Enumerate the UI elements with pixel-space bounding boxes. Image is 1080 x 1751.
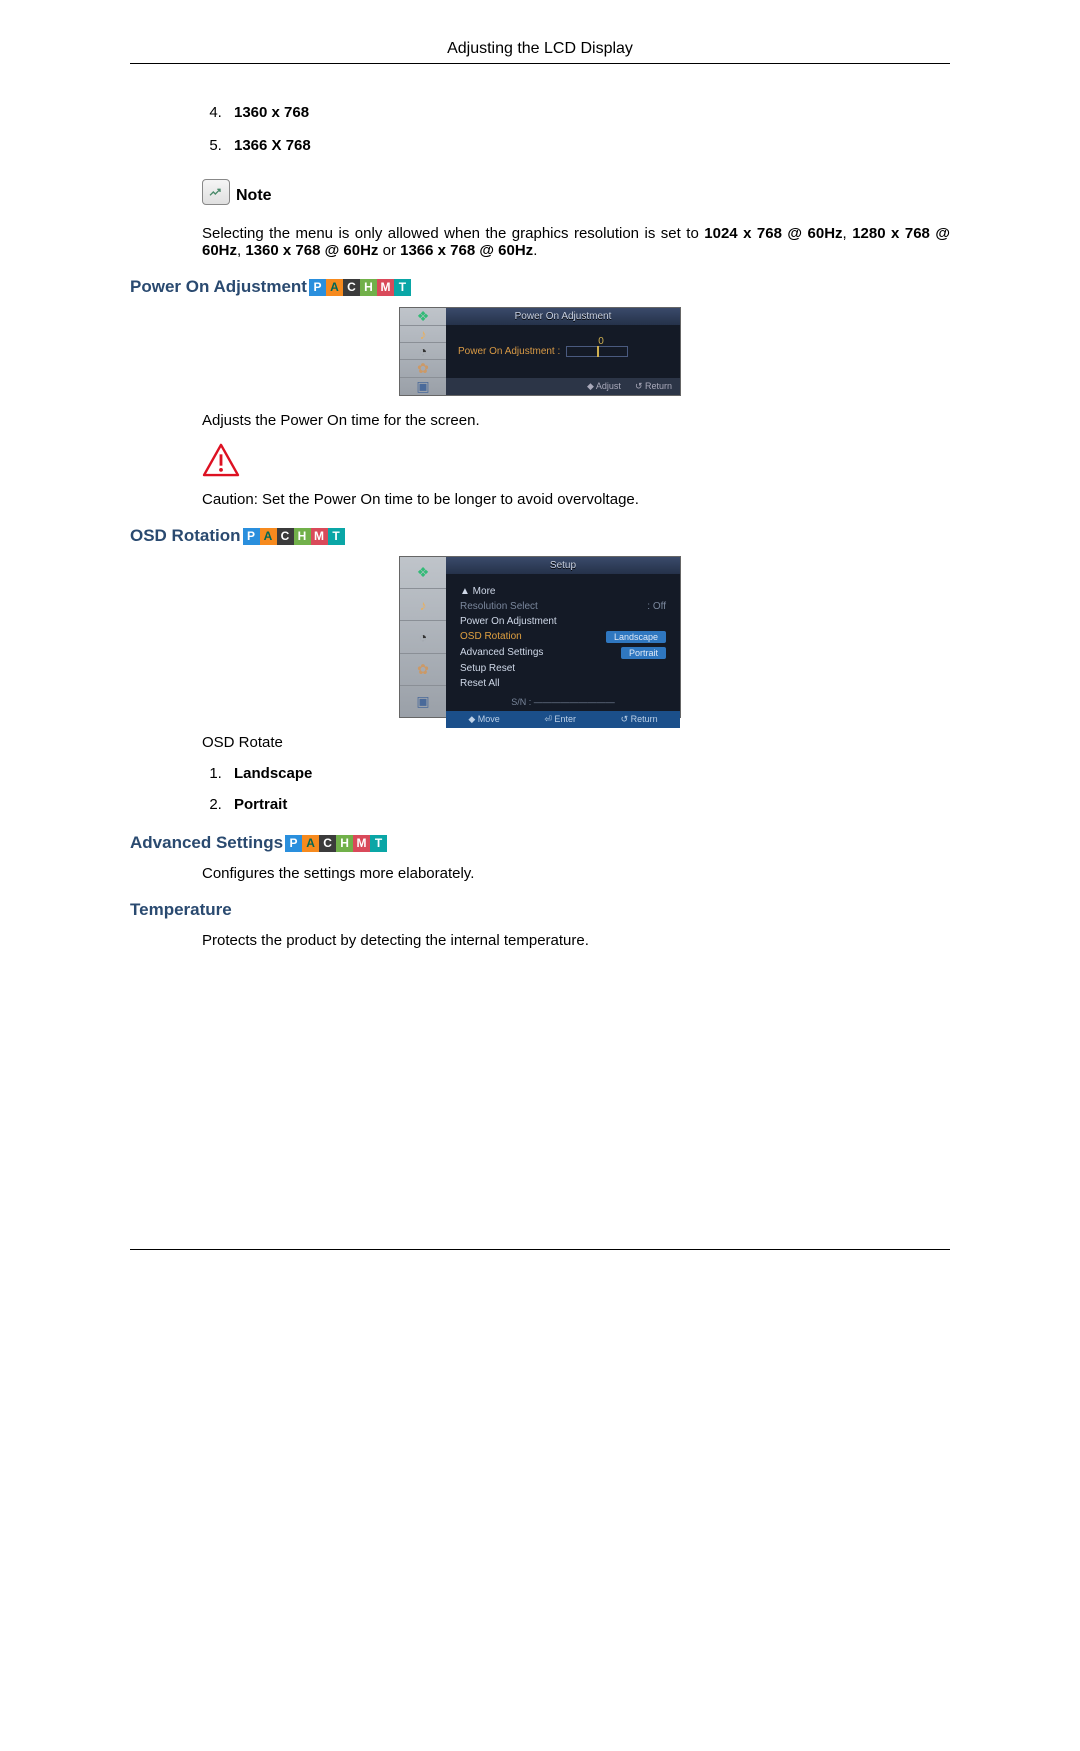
section-temperature: Temperature xyxy=(130,900,950,920)
option-landscape: Landscape xyxy=(226,765,950,782)
option-portrait: Portrait xyxy=(226,796,950,813)
osd-tab-sound-icon: ♪ xyxy=(400,589,446,621)
osd-sidebar: ❖ ♪ ◔ ✿ ▣ xyxy=(400,557,446,717)
power-on-desc: Adjusts the Power On time for the screen… xyxy=(202,412,950,429)
mode-badges: P A C H M T xyxy=(243,528,345,545)
osd-tab-clock-icon: ◔ xyxy=(400,621,446,653)
osd-slider xyxy=(566,346,628,357)
mode-a-icon: A xyxy=(326,279,343,296)
mode-t-icon: T xyxy=(328,528,345,545)
page-title: Adjusting the LCD Display xyxy=(447,40,633,57)
caution-text: Caution: Set the Power On time to be lon… xyxy=(202,491,950,508)
osd-field-label: Power On Adjustment : xyxy=(458,346,560,357)
section-heading-text: OSD Rotation xyxy=(130,526,241,546)
osd-footer-enter: ⏎ Enter xyxy=(544,714,576,725)
mode-a-icon: A xyxy=(260,528,277,545)
mode-h-icon: H xyxy=(360,279,377,296)
osd-serial-number: S/N : ————————— xyxy=(446,695,680,711)
section-heading-text: Power On Adjustment xyxy=(130,277,307,297)
osd-title: Power On Adjustment xyxy=(446,308,680,325)
osd-menu-resolution-select: Resolution Select: Off xyxy=(460,599,666,614)
osd-tab-multi-icon: ▣ xyxy=(400,686,446,717)
section-heading-text: Temperature xyxy=(130,900,232,920)
section-power-on-adjustment: Power On Adjustment P A C H M T xyxy=(130,277,950,297)
osd-menu: ▲ More Resolution Select: Off Power On A… xyxy=(446,574,680,695)
note-label: Note xyxy=(236,187,272,205)
osd-footer-move: ◆ Move xyxy=(468,714,499,725)
note-icon xyxy=(202,179,230,205)
osd-menu-reset-all: Reset All xyxy=(460,676,666,691)
mode-c-icon: C xyxy=(277,528,294,545)
osd-menu-osd-rotation: OSD RotationLandscape xyxy=(460,629,666,645)
osd-tab-multi-icon: ▣ xyxy=(400,378,446,395)
mode-badges: P A C H M T xyxy=(285,835,387,852)
temperature-desc: Protects the product by detecting the in… xyxy=(202,932,950,949)
note-text: Selecting the menu is only allowed when … xyxy=(202,225,950,259)
osd-tab-clock-icon: ◔ xyxy=(400,343,446,360)
section-heading-text: Advanced Settings xyxy=(130,833,283,853)
osd-footer-adjust: ◆ Adjust xyxy=(587,381,621,392)
mode-h-icon: H xyxy=(294,528,311,545)
advanced-desc: Configures the settings more elaborately… xyxy=(202,865,950,882)
osd-footer-return: ↺ Return xyxy=(621,714,658,725)
mode-c-icon: C xyxy=(343,279,360,296)
osd-power-on-screenshot: ❖ ♪ ◔ ✿ ▣ Power On Adjustment Power On A… xyxy=(399,307,681,396)
footer-rule xyxy=(130,1249,950,1251)
mode-m-icon: M xyxy=(377,279,394,296)
resolution-item: 1360 x 768 xyxy=(226,104,950,121)
mode-h-icon: H xyxy=(336,835,353,852)
osd-tab-settings-icon: ✿ xyxy=(400,360,446,378)
resolution-list: 1360 x 768 1366 X 768 xyxy=(202,104,950,154)
page-header: Adjusting the LCD Display xyxy=(130,40,950,64)
osd-menu-setup-reset: Setup Reset xyxy=(460,661,666,676)
mode-a-icon: A xyxy=(302,835,319,852)
mode-c-icon: C xyxy=(319,835,336,852)
section-advanced-settings: Advanced Settings P A C H M T xyxy=(130,833,950,853)
mode-m-icon: M xyxy=(353,835,370,852)
mode-p-icon: P xyxy=(285,835,302,852)
mode-badges: P A C H M T xyxy=(309,279,411,296)
note-block: Note xyxy=(202,179,950,205)
resolution-item: 1366 X 768 xyxy=(226,137,950,154)
osd-title: Setup xyxy=(446,557,680,574)
osd-menu-power-on-adjustment: Power On Adjustment xyxy=(460,614,666,629)
osd-menu-more: ▲ More xyxy=(460,584,666,599)
section-osd-rotation: OSD Rotation P A C H M T xyxy=(130,526,950,546)
mode-t-icon: T xyxy=(394,279,411,296)
mode-m-icon: M xyxy=(311,528,328,545)
osd-tab-picture-icon: ❖ xyxy=(400,308,446,326)
caution-icon xyxy=(202,443,950,481)
mode-p-icon: P xyxy=(243,528,260,545)
osd-rotation-options: Landscape Portrait xyxy=(202,765,950,813)
osd-menu-advanced-settings: Advanced SettingsPortrait xyxy=(460,645,666,661)
osd-rotate-desc: OSD Rotate xyxy=(202,734,950,751)
osd-tab-sound-icon: ♪ xyxy=(400,326,446,343)
osd-sidebar: ❖ ♪ ◔ ✿ ▣ xyxy=(400,308,446,395)
osd-field-value: 0 xyxy=(598,336,604,347)
osd-tab-picture-icon: ❖ xyxy=(400,557,446,589)
mode-t-icon: T xyxy=(370,835,387,852)
osd-footer-return: ↺ Return xyxy=(635,381,672,392)
mode-p-icon: P xyxy=(309,279,326,296)
osd-rotation-screenshot: ❖ ♪ ◔ ✿ ▣ Setup ▲ More Resolution Select… xyxy=(399,556,681,718)
osd-tab-settings-icon: ✿ xyxy=(400,654,446,686)
